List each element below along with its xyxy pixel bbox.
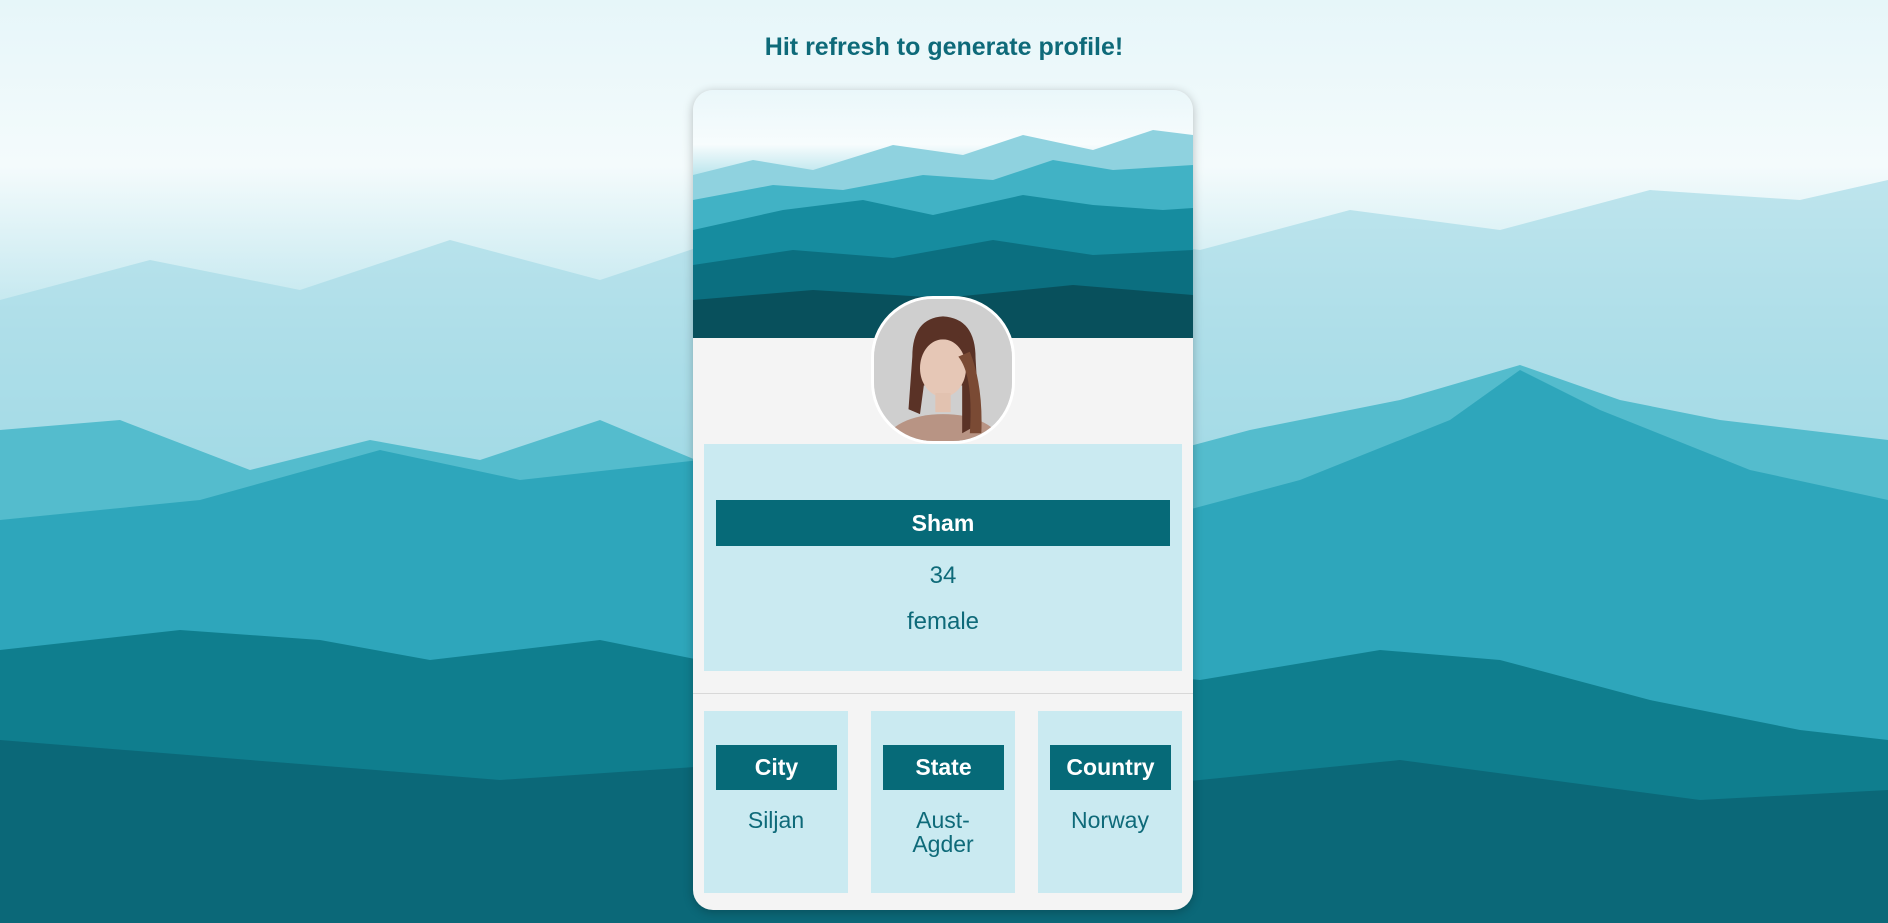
profile-gender: female bbox=[906, 608, 980, 635]
profile-age: 34 bbox=[929, 562, 957, 589]
state-label: State bbox=[883, 745, 1004, 790]
profile-card: Sham 34 female City Siljan State Aust-Ag… bbox=[693, 90, 1193, 910]
country-box: Country Norway bbox=[1038, 711, 1182, 893]
identity-panel: Sham 34 female bbox=[704, 444, 1182, 671]
page-heading: Hit refresh to generate profile! bbox=[764, 33, 1124, 61]
city-box: City Siljan bbox=[704, 711, 848, 893]
city-label: City bbox=[716, 745, 837, 790]
profile-photo-icon bbox=[874, 299, 1012, 441]
country-value: Norway bbox=[1071, 807, 1149, 833]
state-box: State Aust-Agder bbox=[871, 711, 1015, 893]
state-value: Aust-Agder bbox=[912, 807, 974, 857]
profile-name: Sham bbox=[716, 500, 1170, 546]
profile-avatar bbox=[871, 296, 1015, 444]
card-divider bbox=[693, 693, 1193, 694]
country-label: Country bbox=[1050, 745, 1171, 790]
city-value: Siljan bbox=[747, 807, 805, 833]
